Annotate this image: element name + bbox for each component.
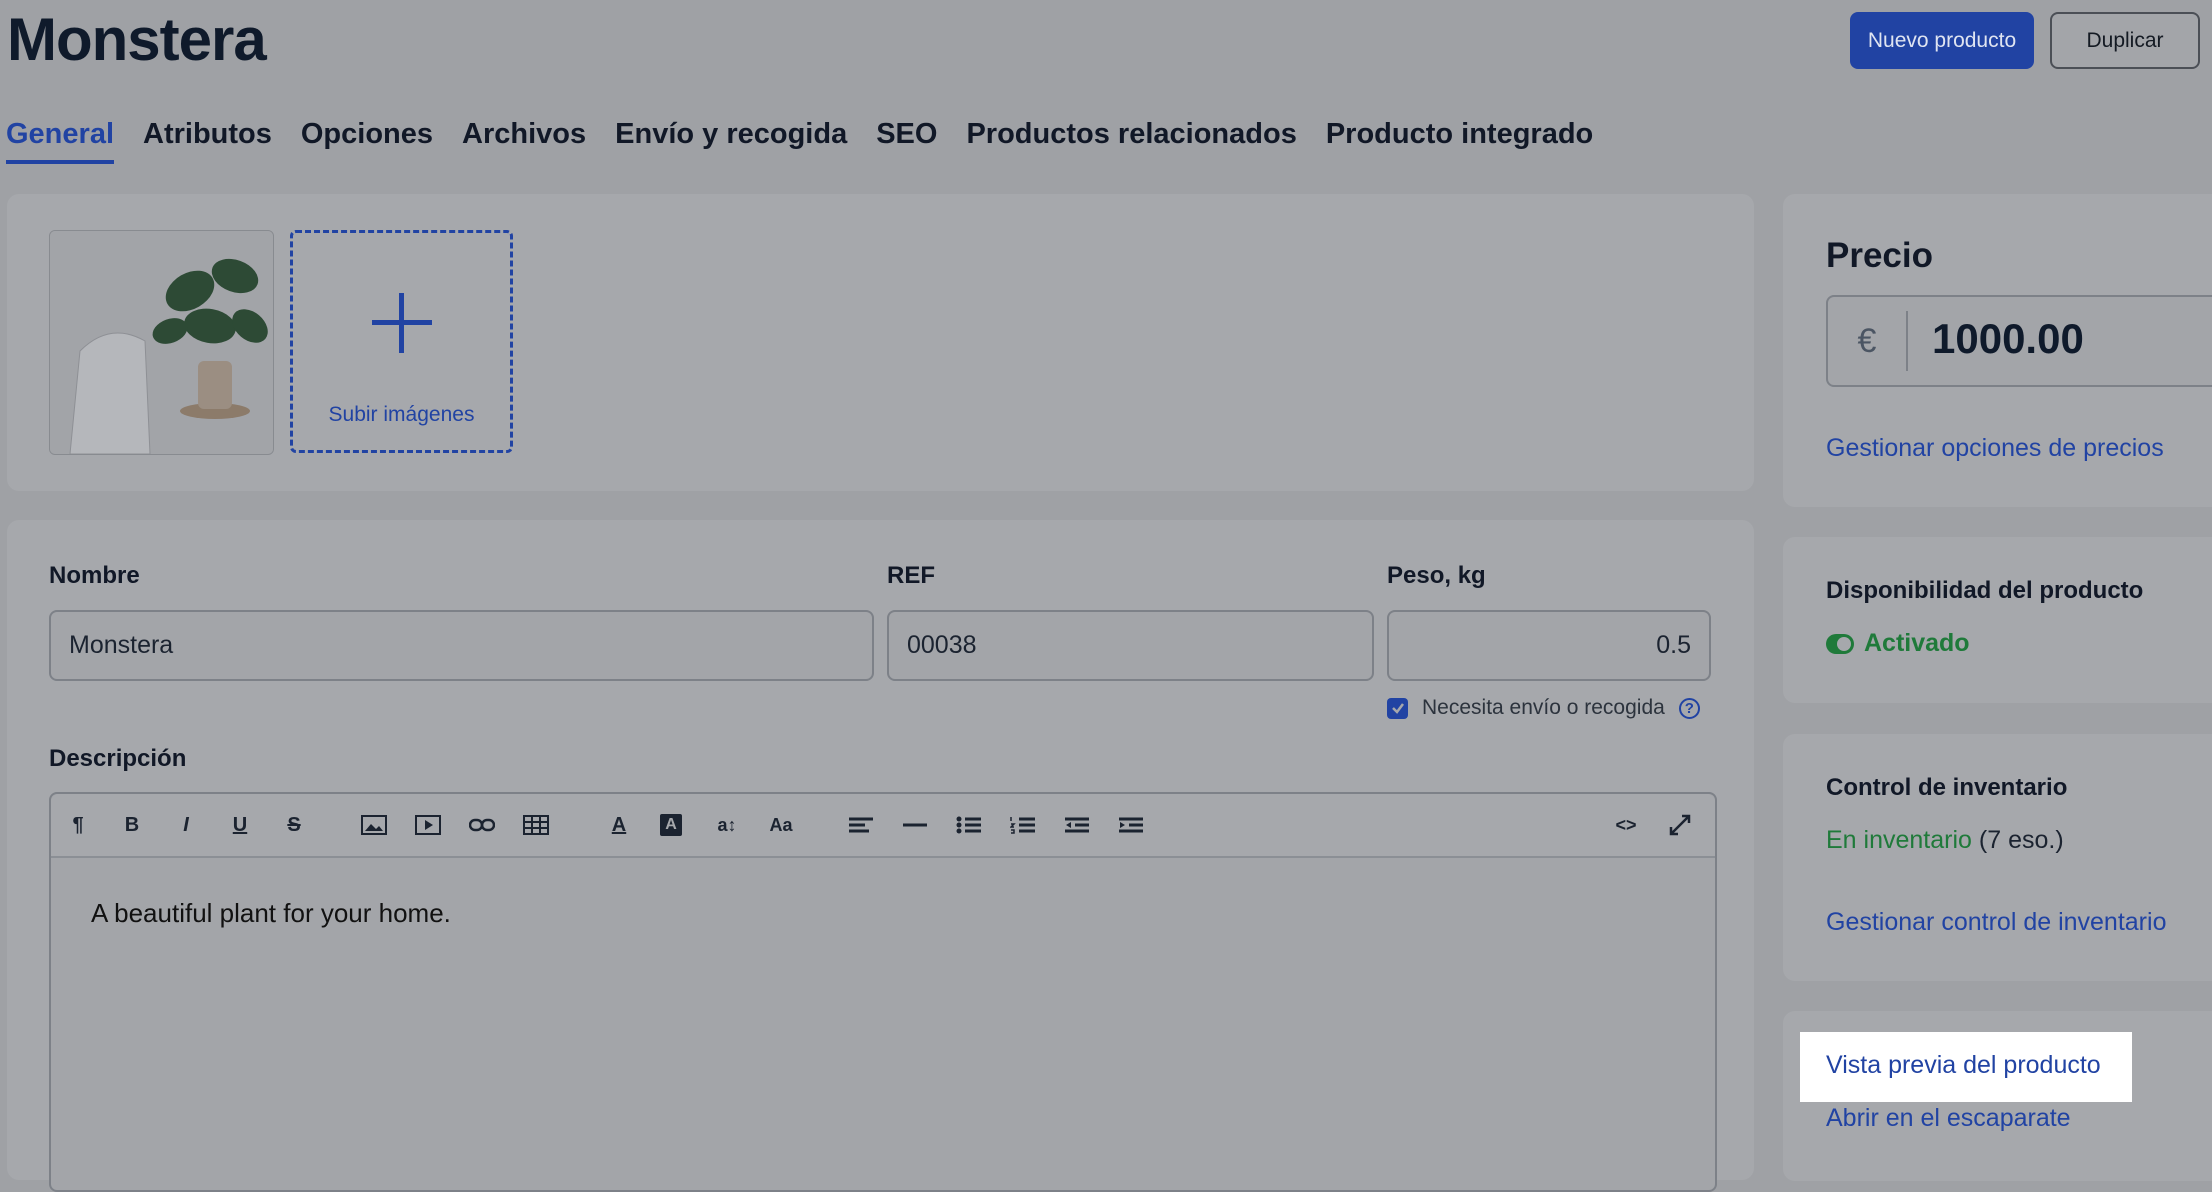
video-icon[interactable] (415, 812, 441, 838)
weight-input[interactable]: 0.5 (1387, 610, 1711, 681)
open-storefront-link[interactable]: Abrir en el escaparate (1826, 1104, 2071, 1133)
manage-price-options-link[interactable]: Gestionar opciones de precios (1826, 434, 2164, 463)
weight-label: Peso, kg (1387, 562, 1486, 589)
table-icon[interactable] (523, 812, 549, 838)
availability-card: Disponibilidad del producto Activado (1783, 537, 2212, 703)
tab-general[interactable]: General (6, 118, 114, 164)
numbered-list-icon[interactable] (1010, 812, 1036, 838)
inventory-status: En inventario (1826, 826, 1972, 854)
fullscreen-icon[interactable] (1667, 812, 1693, 838)
check-icon (1391, 703, 1404, 714)
product-details-card: Nombre Monstera REF 00038 Peso, kg 0.5 N… (7, 520, 1754, 1192)
code-view-icon[interactable]: <> (1613, 812, 1639, 838)
tab-productos-relacionados[interactable]: Productos relacionados (966, 118, 1296, 164)
toggle-icon (1826, 634, 1854, 655)
shipping-checkbox-label: Necesita envío o recogida (1422, 696, 1665, 719)
name-label: Nombre (49, 562, 140, 589)
inventory-status-row: En inventario (7 eso.) (1826, 826, 2064, 855)
product-image-thumbnail[interactable] (49, 230, 274, 455)
align-icon[interactable] (848, 812, 874, 838)
product-links-card: Vista previa del producto Abrir en el es… (1783, 1011, 2212, 1181)
shipping-checkbox-row: Necesita envío o recogida ? (1387, 696, 1700, 720)
underline-icon[interactable]: U (227, 812, 253, 838)
tab-producto-integrado[interactable]: Producto integrado (1326, 118, 1593, 164)
outdent-icon[interactable] (1064, 812, 1090, 838)
tab-atributos[interactable]: Atributos (143, 118, 272, 164)
ref-input[interactable]: 00038 (887, 610, 1374, 681)
duplicate-button[interactable]: Duplicar (2050, 12, 2200, 69)
font-family-icon[interactable]: Aa (768, 812, 794, 838)
paragraph-icon[interactable]: ¶ (65, 812, 91, 838)
manage-inventory-link[interactable]: Gestionar control de inventario (1826, 908, 2166, 937)
price-card: Precio € 1000.00 Gestionar opciones de p… (1783, 194, 2212, 507)
editor-toolbar: ¶ B I U S A A a↕ Aa <> (51, 794, 1715, 858)
price-value[interactable]: 1000.00 (1932, 315, 2084, 363)
new-product-button[interactable]: Nuevo producto (1850, 12, 2034, 69)
shipping-checkbox[interactable] (1387, 697, 1408, 719)
link-icon[interactable] (469, 812, 495, 838)
preview-product-link[interactable]: Vista previa del producto (1826, 1051, 2101, 1080)
tab-bar: General Atributos Opciones Archivos Enví… (6, 118, 1593, 164)
availability-toggle[interactable]: Activado (1826, 629, 1970, 658)
ref-label: REF (887, 562, 935, 589)
tab-archivos[interactable]: Archivos (462, 118, 586, 164)
font-size-icon[interactable]: a↕ (714, 812, 740, 838)
upload-images-label: Subir imágenes (328, 403, 475, 426)
inventory-count: (7 eso.) (1978, 826, 2064, 854)
images-card: Subir imágenes (7, 194, 1754, 491)
availability-status: Activado (1864, 629, 1970, 657)
page-title: Monstera (7, 6, 267, 73)
inventory-card: Control de inventario En inventario (7 e… (1783, 734, 2212, 981)
indent-icon[interactable] (1118, 812, 1144, 838)
horizontal-rule-icon[interactable] (902, 812, 928, 838)
price-title: Precio (1826, 236, 1933, 275)
tab-envio[interactable]: Envío y recogida (615, 118, 847, 164)
bullet-list-icon[interactable] (956, 812, 982, 838)
description-text[interactable]: A beautiful plant for your home. (91, 898, 451, 929)
upload-images-button[interactable]: Subir imágenes (290, 230, 513, 453)
background-color-icon[interactable]: A (660, 814, 682, 836)
tab-opciones[interactable]: Opciones (301, 118, 433, 164)
image-icon[interactable] (361, 812, 387, 838)
inventory-title: Control de inventario (1826, 774, 2068, 801)
text-color-icon[interactable]: A (606, 812, 632, 838)
help-icon[interactable]: ? (1678, 697, 1700, 719)
plus-icon (371, 293, 432, 353)
availability-title: Disponibilidad del producto (1826, 577, 2144, 604)
description-label: Descripción (49, 745, 187, 772)
price-input[interactable]: € 1000.00 (1826, 295, 2212, 387)
italic-icon[interactable]: I (173, 812, 199, 838)
name-input[interactable]: Monstera (49, 610, 874, 681)
tab-seo[interactable]: SEO (876, 118, 937, 164)
bold-icon[interactable]: B (119, 812, 145, 838)
description-editor[interactable]: ¶ B I U S A A a↕ Aa <> A beautiful plant… (49, 792, 1717, 1192)
currency-symbol: € (1828, 311, 1908, 371)
strikethrough-icon[interactable]: S (281, 812, 307, 838)
